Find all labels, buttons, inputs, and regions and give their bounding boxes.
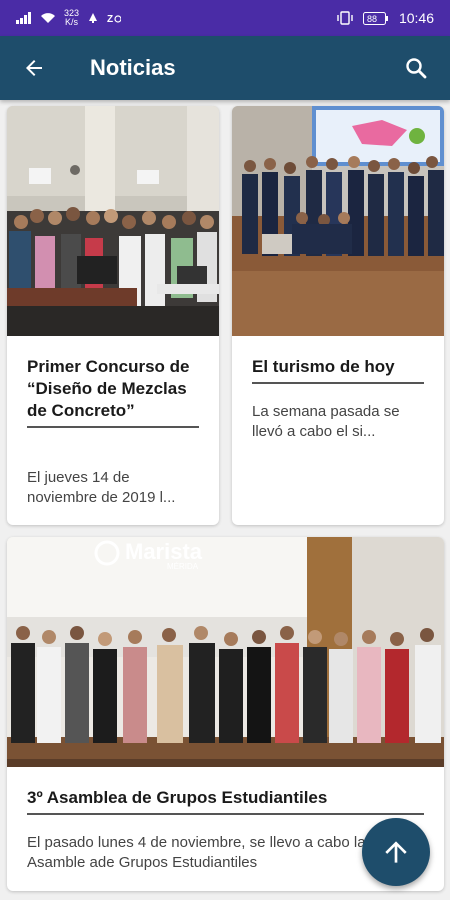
news-card[interactable]: El turismo de hoy La semana pasada se ll… xyxy=(232,106,444,525)
banner-logo-text: Marista xyxy=(125,539,203,564)
news-title-text: El turismo de hoy xyxy=(252,357,395,376)
arrow-left-icon xyxy=(26,60,42,76)
news-title: El turismo de hoy xyxy=(252,356,424,384)
news-excerpt: La semana pasada se llevó a cabo el si..… xyxy=(252,403,400,440)
search-button[interactable] xyxy=(398,50,434,86)
page-title: Noticias xyxy=(90,55,176,80)
news-title: Primer Concurso de “Diseño de Mezclas de… xyxy=(27,356,199,428)
news-image xyxy=(232,106,444,336)
arrow-up-icon xyxy=(385,841,407,863)
svg-text:Z: Z xyxy=(107,14,113,24)
notification-icon xyxy=(89,13,98,23)
vibrate-icon xyxy=(337,11,353,25)
news-title: 3º Asamblea de Grupos Estudiantiles xyxy=(27,787,424,815)
news-image xyxy=(7,106,219,336)
banner-sub-text: MÉRIDA xyxy=(167,562,199,571)
battery-icon: 88 xyxy=(362,11,388,25)
app-bar: Noticias xyxy=(0,36,450,100)
status-left: 323 K/s Z xyxy=(16,9,122,27)
signal-icon xyxy=(16,12,31,24)
clock: 10:46 xyxy=(398,10,434,26)
battery-level: 88 xyxy=(367,14,377,24)
news-list: Primer Concurso de “Diseño de Mezclas de… xyxy=(0,100,450,900)
news-card[interactable]: Primer Concurso de “Diseño de Mezclas de… xyxy=(7,106,219,525)
news-image: Marista MÉRIDA xyxy=(7,537,444,767)
news-excerpt: El jueves 14 de noviembre de 2019 l... xyxy=(27,469,176,506)
status-bar: 323 K/s Z 88 10:46 xyxy=(0,0,450,36)
title-underline xyxy=(27,813,424,815)
scroll-to-top-button[interactable] xyxy=(362,818,430,886)
status-right: 88 10:46 xyxy=(337,10,434,26)
news-title-text: Primer Concurso de “Diseño de Mezclas de… xyxy=(27,357,190,420)
news-title-text: 3º Asamblea de Grupos Estudiantiles xyxy=(27,788,328,807)
wifi-icon xyxy=(41,13,55,23)
title-underline xyxy=(252,382,424,384)
search-icon xyxy=(406,58,427,79)
app-notification-icon: Z xyxy=(107,14,122,24)
back-button[interactable] xyxy=(16,50,52,86)
net-speed: 323 K/s xyxy=(64,9,79,27)
title-underline xyxy=(27,426,199,428)
net-speed-unit: K/s xyxy=(65,17,79,27)
